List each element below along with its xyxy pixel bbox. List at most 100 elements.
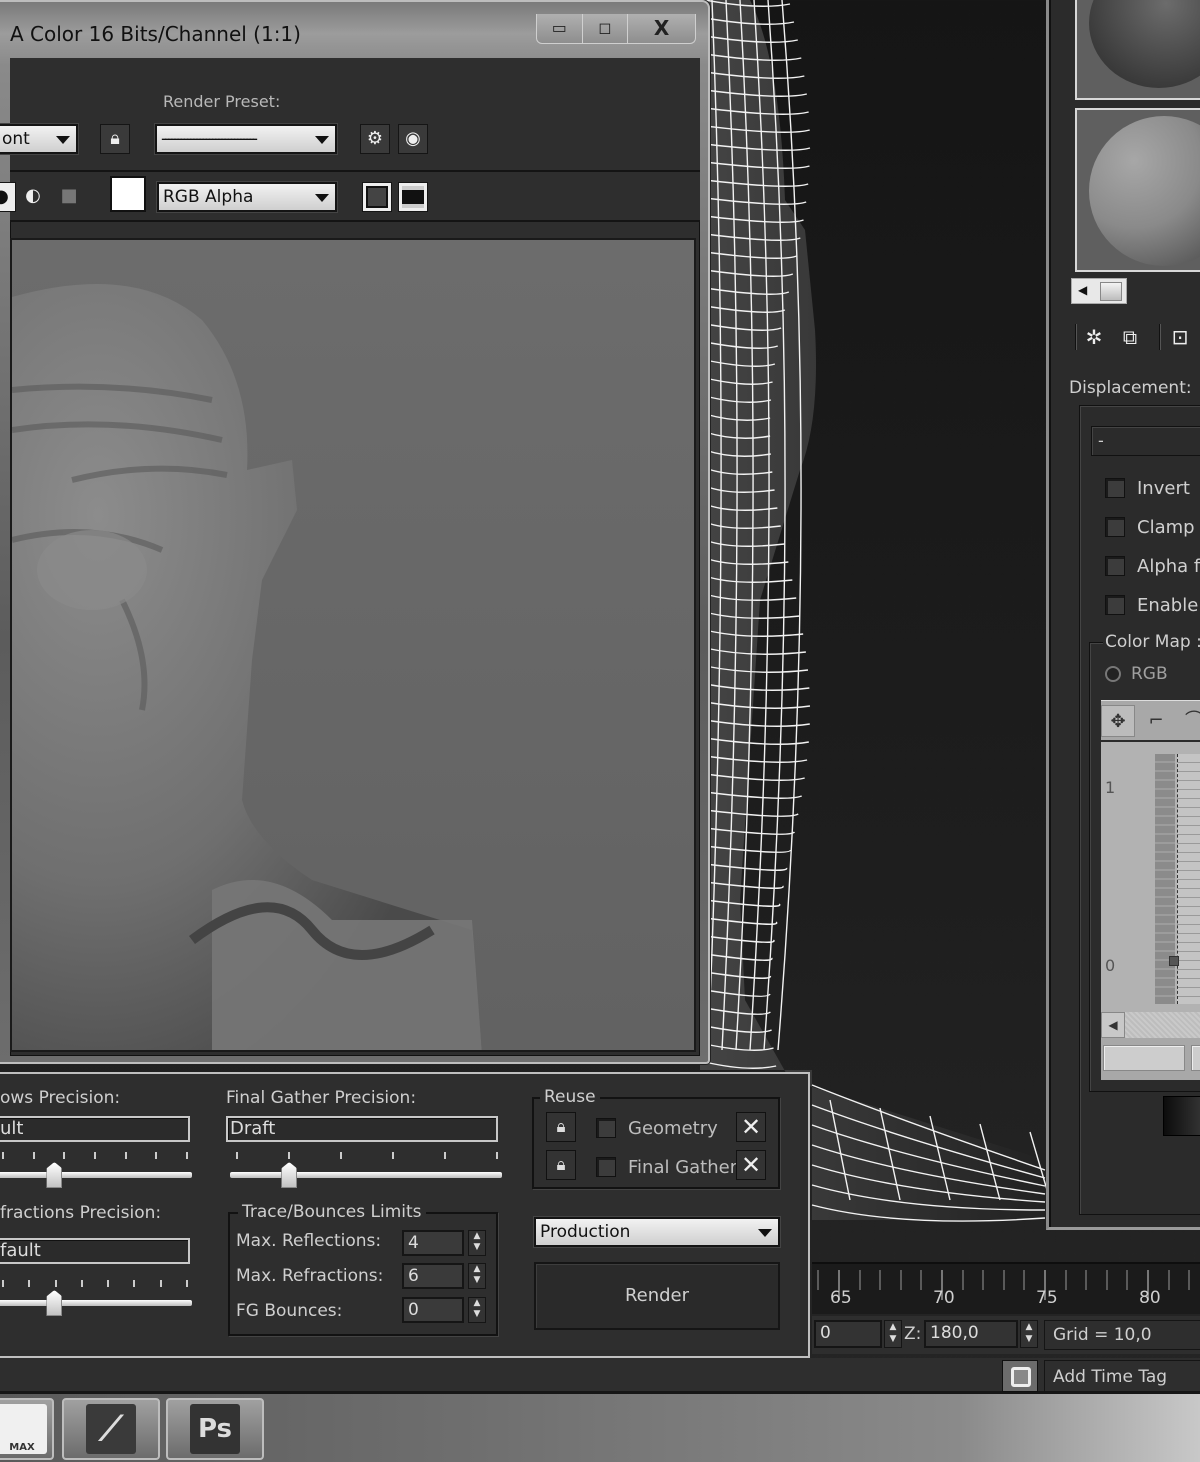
rendered-image[interactable] <box>10 238 696 1052</box>
max-reflections-input[interactable]: 4 <box>402 1230 464 1256</box>
material-sample-slot-2[interactable] <box>1075 108 1200 272</box>
lock-viewport-button[interactable]: 🔒︎ <box>100 124 130 154</box>
shadows-precision-slider[interactable] <box>0 1150 192 1188</box>
rgb-radio-label: RGB <box>1131 664 1168 684</box>
shadows-precision-label: ows Precision: <box>0 1088 121 1108</box>
final-gather-precision-field[interactable]: Draft <box>226 1116 498 1142</box>
curve-horizontal-scrollbar[interactable]: ◀ <box>1101 1012 1200 1038</box>
put-to-scene-icon[interactable]: ⧉ <box>1115 322 1145 352</box>
render-setup-button[interactable]: ⚙ <box>360 124 390 154</box>
close-button[interactable]: X <box>628 14 695 43</box>
rgb-radio[interactable] <box>1105 666 1121 682</box>
curve-label-0: 0 <box>1105 956 1116 975</box>
refractions-precision-field[interactable]: fault <box>0 1238 190 1264</box>
scroll-thumb[interactable] <box>1100 282 1122 301</box>
slider-tick <box>444 1152 446 1159</box>
timeline-tick <box>817 1270 820 1290</box>
taskbar-app-dota2[interactable]: ⟋ <box>62 1398 160 1460</box>
sample-sphere <box>1089 0 1200 88</box>
render-setup-icon: ⚙ <box>366 128 384 149</box>
shadows-precision-field[interactable]: ult <box>0 1116 190 1142</box>
add-time-tag-label[interactable]: Add Time Tag <box>1044 1360 1200 1392</box>
status-bar: Add Time Tag <box>0 1358 1200 1394</box>
minimize-button[interactable]: ▭ <box>537 14 583 43</box>
assign-material-icon[interactable]: ⊡ <box>1165 322 1195 352</box>
invert-checkbox-row[interactable]: Invert <box>1105 476 1190 500</box>
fg-bounces-spinner[interactable]: ▲ ▼ <box>468 1297 486 1323</box>
environment-effects-button[interactable]: ◉ <box>398 124 428 154</box>
maximize-button[interactable]: ◻ <box>583 14 629 43</box>
clamp-checkbox[interactable] <box>1105 517 1125 537</box>
sample-slots-scrollbar[interactable]: ◀ <box>1071 278 1127 304</box>
y-coordinate-input[interactable]: 0 <box>814 1320 882 1348</box>
color-swatch[interactable] <box>110 176 146 212</box>
taskbar-app-photoshop[interactable]: Ps <box>166 1398 264 1460</box>
ui-overlay-icon <box>366 186 388 208</box>
slider-tick <box>340 1152 342 1159</box>
clear-final-gather-cache-button[interactable]: ✕ <box>736 1150 766 1180</box>
insert-point-icon[interactable]: ⌒ <box>1177 705 1200 737</box>
invert-checkbox[interactable] <box>1105 478 1125 498</box>
refractions-precision-slider[interactable] <box>0 1278 192 1316</box>
curve-control-point[interactable] <box>1169 956 1179 966</box>
alpha-from-checkbox-row[interactable]: Alpha fro <box>1105 554 1200 578</box>
enable-color-map-checkbox[interactable] <box>1105 595 1125 615</box>
scroll-left-icon[interactable]: ◀ <box>1101 1012 1125 1038</box>
timeline-tick <box>1105 1270 1108 1290</box>
lock-icon: 🔒︎ <box>110 128 120 149</box>
timeline-tick <box>1126 1270 1129 1290</box>
alpha-from-checkbox[interactable] <box>1105 556 1125 576</box>
slider-track[interactable] <box>0 1300 192 1306</box>
clamp-checkbox-row[interactable]: Clamp <box>1105 515 1195 539</box>
enable-color-map-checkbox-row[interactable]: Enable C <box>1105 593 1200 617</box>
display-alpha-button[interactable]: ◐ <box>18 182 48 212</box>
render-preset-dropdown[interactable]: ------------------------------ <box>154 123 338 155</box>
render-button[interactable]: Render <box>534 1262 780 1330</box>
curve-x-field[interactable] <box>1103 1045 1185 1071</box>
material-sample-slot-1[interactable] <box>1075 0 1200 100</box>
slider-thumb[interactable] <box>46 1290 63 1316</box>
photoshop-label: Ps <box>197 1414 233 1444</box>
time-tag-button[interactable] <box>1002 1360 1038 1392</box>
z-coordinate-spinner[interactable]: ▲ ▼ <box>1020 1320 1038 1348</box>
scroll-left-icon[interactable]: ◀ <box>1078 283 1087 297</box>
lock-icon: 🔒︎ <box>556 1117 566 1137</box>
timeline-tick <box>1064 1270 1067 1290</box>
slider-track[interactable] <box>230 1172 502 1178</box>
get-material-icon[interactable]: ✲ <box>1079 322 1109 352</box>
display-channel-dropdown[interactable]: RGB Alpha <box>156 181 338 213</box>
slider-thumb[interactable] <box>281 1162 298 1188</box>
reuse-final-gather-row[interactable]: Final Gather <box>596 1155 737 1179</box>
curve-y-field[interactable] <box>1191 1045 1200 1071</box>
rollout-header[interactable]: - <box>1091 426 1200 456</box>
rgb-radio-row[interactable]: RGB <box>1105 664 1168 684</box>
render-mode-dropdown[interactable]: Production <box>533 1216 781 1248</box>
toggle-ui-overlay-button[interactable] <box>362 182 392 212</box>
max-reflections-spinner[interactable]: ▲ ▼ <box>468 1230 486 1256</box>
final-gather-precision-slider[interactable] <box>230 1150 502 1188</box>
slider-thumb[interactable] <box>46 1162 63 1188</box>
timeline-ruler[interactable]: 65 70 75 80 <box>812 1262 1200 1314</box>
z-coordinate-input[interactable]: 180,0 <box>924 1320 1018 1348</box>
grid-size-display: Grid = 10,0 <box>1044 1320 1200 1350</box>
gradient-swatch-button[interactable] <box>1163 1096 1200 1136</box>
y-coordinate-spinner[interactable]: ▲ ▼ <box>884 1320 902 1348</box>
lock-final-gather-button[interactable]: 🔒︎ <box>546 1150 576 1180</box>
taskbar-app-3dsmax[interactable]: MAX <box>0 1398 54 1460</box>
reuse-geometry-checkbox[interactable] <box>596 1118 616 1138</box>
monochrome-button[interactable]: ■ <box>54 182 84 212</box>
clear-geometry-cache-button[interactable]: ✕ <box>736 1112 766 1142</box>
scale-point-icon[interactable]: ⌐ <box>1139 705 1173 737</box>
slider-track[interactable] <box>0 1172 192 1178</box>
reuse-final-gather-checkbox[interactable] <box>596 1157 616 1177</box>
move-point-icon[interactable]: ✥ <box>1101 705 1135 737</box>
timeline-tick <box>920 1270 923 1290</box>
max-refractions-spinner[interactable]: ▲ ▼ <box>468 1263 486 1289</box>
reuse-geometry-row[interactable]: Geometry <box>596 1116 718 1140</box>
fg-bounces-input[interactable]: 0 <box>402 1297 464 1323</box>
area-to-render-dropdown[interactable]: ont <box>0 123 79 155</box>
max-refractions-input[interactable]: 6 <box>402 1263 464 1289</box>
lock-geometry-button[interactable]: 🔒︎ <box>546 1112 576 1142</box>
red-channel-toggle[interactable]: ● <box>0 182 16 212</box>
toggle-ui-button[interactable] <box>398 182 428 212</box>
